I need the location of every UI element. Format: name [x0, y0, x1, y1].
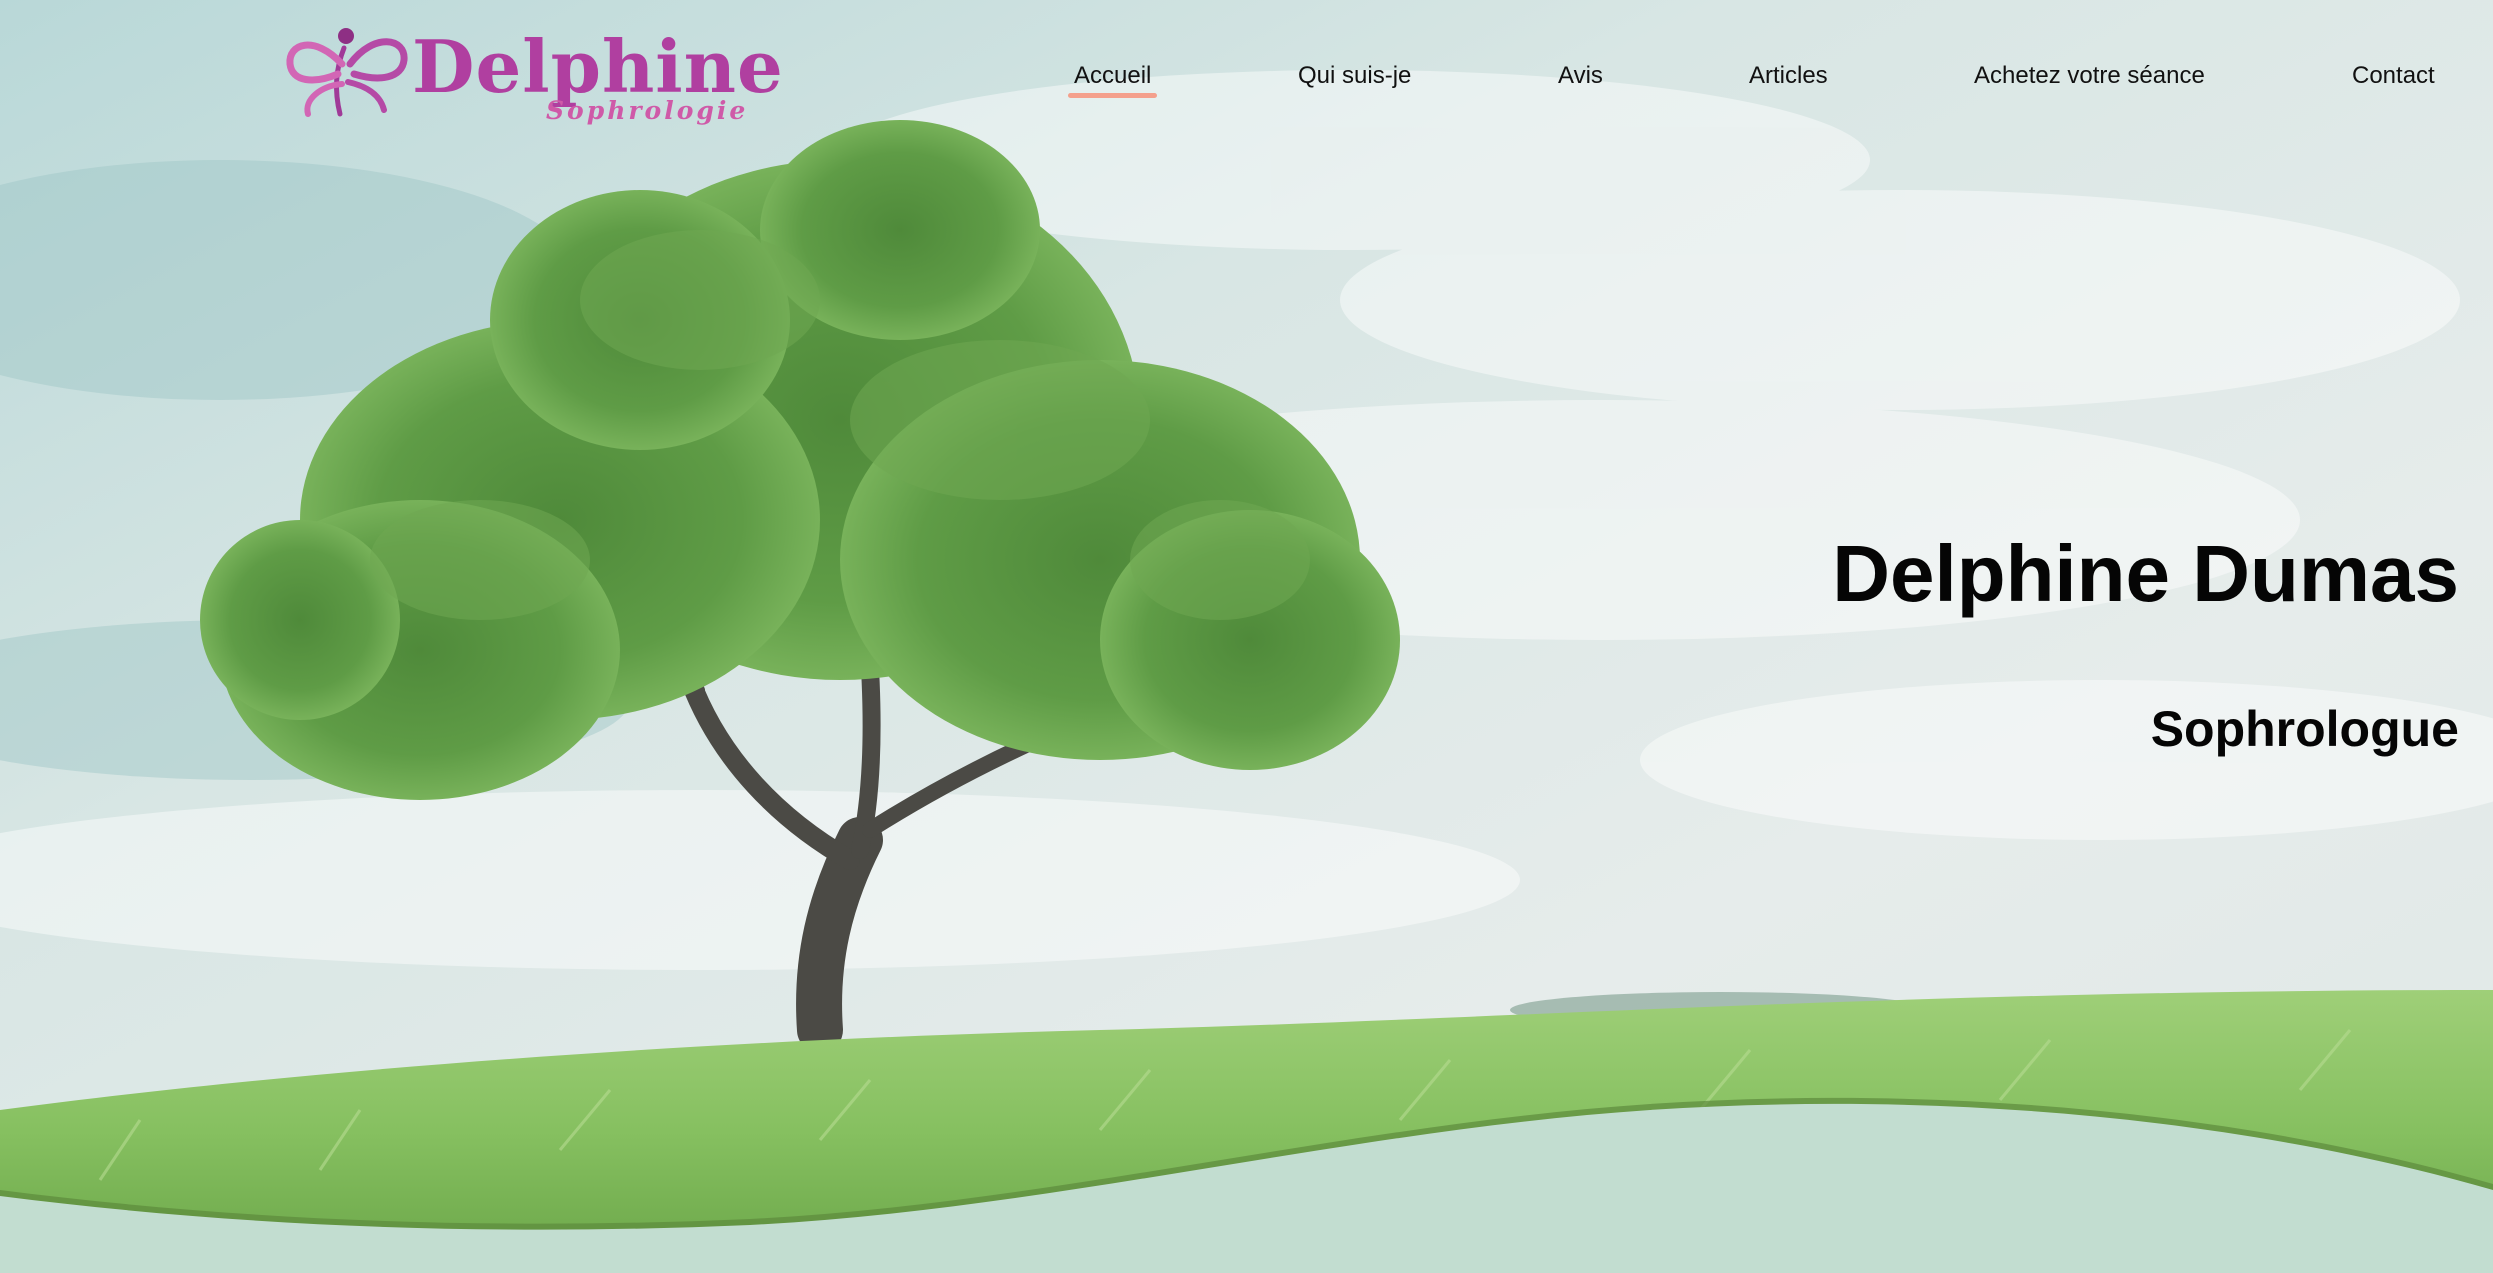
nav-item-articles[interactable]: Articles: [1749, 60, 1828, 92]
brand-tagline: Sophrologie: [546, 96, 749, 125]
nav-item-qui-suis-je[interactable]: Qui suis-je: [1298, 60, 1411, 92]
nav-item-accueil[interactable]: Accueil: [1067, 60, 1158, 98]
main-nav: Accueil Qui suis-je Avis Articles Achete…: [0, 60, 2493, 100]
nav-item-achetez-votre-seance[interactable]: Achetez votre séance: [1974, 60, 2205, 92]
hero-subtitle: Sophrologue: [2150, 701, 2459, 757]
hero-background-image: [0, 0, 2493, 1273]
hero-title: Delphine Dumas: [1832, 529, 2459, 618]
nav-item-contact[interactable]: Contact: [2352, 60, 2435, 92]
hero-section: Delphine Sophrologie Accueil Qui suis-je…: [0, 0, 2493, 1273]
nav-item-avis[interactable]: Avis: [1558, 60, 1603, 92]
